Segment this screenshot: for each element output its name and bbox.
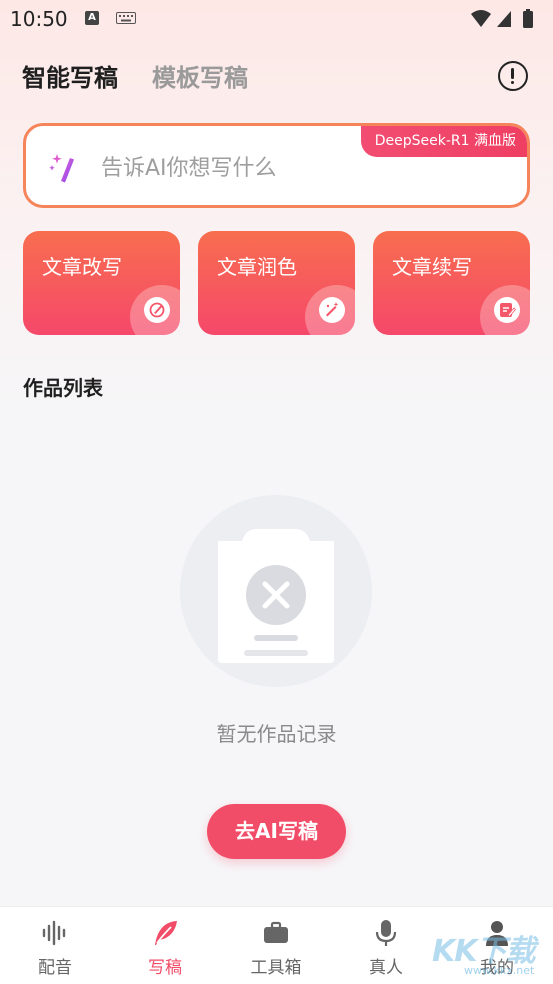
nav-item-toolbox[interactable]: 工具箱 — [221, 907, 331, 984]
card-label: 文章续写 — [392, 255, 472, 279]
nav-item-writing[interactable]: 写稿 — [110, 907, 220, 984]
nav-label: 配音 — [38, 958, 72, 978]
nav-label: 写稿 — [148, 958, 182, 978]
feather-icon — [155, 921, 177, 945]
empty-document-icon — [218, 529, 334, 663]
info-icon — [511, 68, 514, 79]
status-bar: 10:50 A — [0, 0, 553, 40]
nav-item-dubbing[interactable]: 配音 — [0, 907, 110, 984]
microphone-icon — [375, 920, 397, 946]
prompt-placeholder: 告诉AI你想写什么 — [101, 156, 277, 181]
watermark: KK下载 www.kkx.net — [432, 924, 550, 982]
edit-note-icon — [494, 297, 520, 323]
nav-label: 真人 — [369, 958, 403, 978]
system-status-icons — [471, 9, 533, 28]
nav-item-human-voice[interactable]: 真人 — [331, 907, 441, 984]
signal-icon — [497, 11, 511, 27]
waveform-icon — [42, 920, 66, 946]
magic-wand-icon — [49, 154, 74, 183]
app-notification-icon: A — [85, 11, 99, 25]
prompt-input[interactable]: DeepSeek-R1 满血版 告诉AI你想写什么 — [23, 123, 530, 208]
nav-label: 工具箱 — [250, 958, 302, 978]
model-badge: DeepSeek-R1 满血版 — [360, 126, 527, 157]
battery-icon — [523, 11, 533, 28]
works-list-title: 作品列表 — [23, 376, 103, 400]
empty-state-text: 暂无作品记录 — [216, 722, 337, 746]
empty-state-illustration — [180, 495, 372, 687]
magic-wand-icon — [319, 297, 345, 323]
go-ai-writing-button[interactable]: 去AI写稿 — [207, 804, 346, 859]
continue-card[interactable]: 文章续写 — [373, 231, 530, 335]
tab-template-writing[interactable]: 模板写稿 — [152, 58, 248, 93]
polish-card[interactable]: 文章润色 — [198, 231, 355, 335]
tab-smart-writing[interactable]: 智能写稿 — [22, 58, 118, 93]
rewrite-card[interactable]: 文章改写 — [23, 231, 180, 335]
wifi-icon — [471, 10, 491, 27]
status-time: 10:50 — [10, 7, 68, 31]
info-button[interactable] — [498, 61, 528, 91]
card-label: 文章润色 — [217, 255, 297, 279]
keyboard-icon — [116, 12, 136, 24]
toolbox-icon — [264, 921, 288, 943]
pen-icon — [144, 297, 170, 323]
watermark-url: www.kkx.net — [464, 964, 535, 977]
card-label: 文章改写 — [42, 255, 122, 279]
info-icon-dot — [511, 81, 514, 84]
